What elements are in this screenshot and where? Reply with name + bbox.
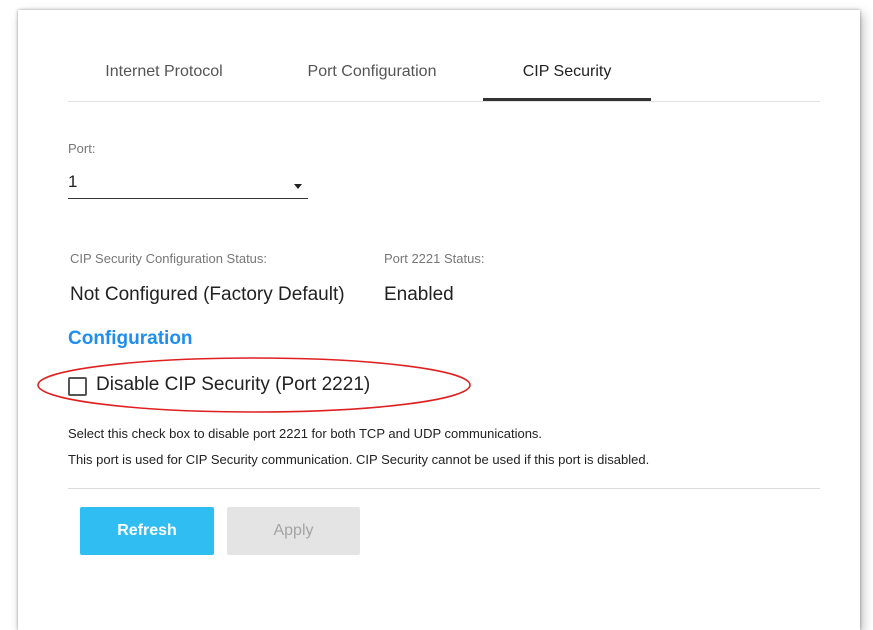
- help-text-line2: This port is used for CIP Security commu…: [68, 452, 650, 467]
- apply-button[interactable]: Apply: [227, 507, 360, 555]
- tab-cip-security[interactable]: CIP Security: [483, 58, 651, 100]
- bottom-divider: [68, 488, 820, 489]
- port-select-value: 1: [68, 172, 78, 191]
- help-text-line1: Select this check box to disable port 22…: [68, 426, 543, 441]
- port-label: Port:: [68, 141, 96, 156]
- disable-cip-security-label[interactable]: Disable CIP Security (Port 2221): [96, 374, 370, 396]
- refresh-button[interactable]: Refresh: [80, 507, 214, 555]
- caret-down-icon: [294, 184, 302, 189]
- tab-bar: Internet Protocol Port Configuration CIP…: [68, 58, 820, 114]
- port-status-value: Enabled: [384, 284, 454, 305]
- disable-cip-security-checkbox-row[interactable]: Disable CIP Security (Port 2221): [68, 370, 428, 400]
- disable-cip-security-checkbox[interactable]: [68, 377, 87, 396]
- config-status-value: Not Configured (Factory Default): [70, 284, 345, 305]
- cip-security-panel: Internet Protocol Port Configuration CIP…: [18, 10, 860, 630]
- tab-internet-protocol[interactable]: Internet Protocol: [80, 58, 248, 100]
- port-select[interactable]: 1: [68, 168, 308, 199]
- port-status-label: Port 2221 Status:: [384, 251, 485, 266]
- config-status-label: CIP Security Configuration Status:: [70, 251, 268, 266]
- configuration-heading: Configuration: [68, 328, 193, 349]
- tab-divider: [68, 101, 820, 102]
- tab-port-configuration[interactable]: Port Configuration: [282, 58, 462, 100]
